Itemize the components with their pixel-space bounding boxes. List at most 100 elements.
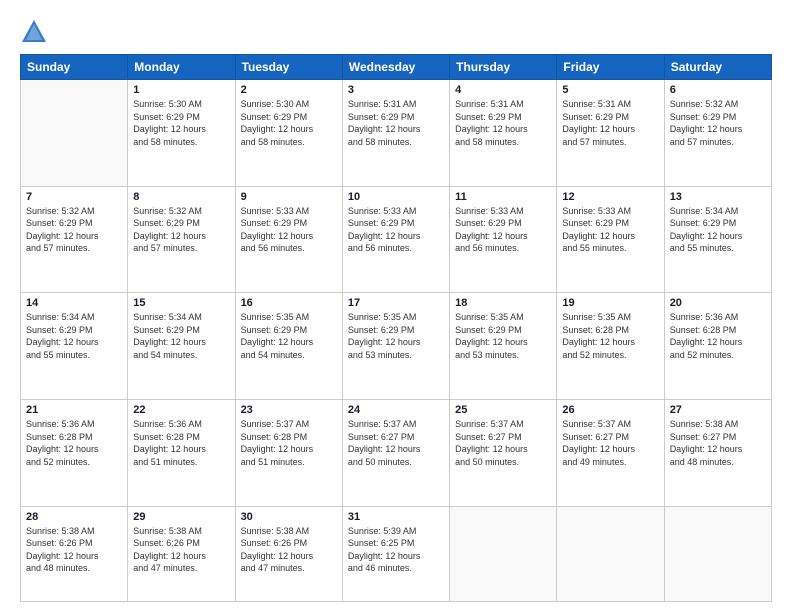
calendar-week-row: 14 Sunrise: 5:34 AM Sunset: 6:29 PM Dayli…	[21, 293, 772, 400]
calendar-cell: 11Sunrise: 5:33 AM Sunset: 6:29 PM Dayli…	[450, 186, 557, 293]
day-number: 16	[241, 297, 337, 309]
calendar-cell: 1 Sunrise: 5:30 AM Sunset: 6:29 PM Daylig…	[128, 80, 235, 187]
calendar-week-row: 1 Sunrise: 5:30 AM Sunset: 6:29 PM Daylig…	[21, 80, 772, 187]
calendar-cell: 18 Sunrise: 5:35 AM Sunset: 6:29 PM Dayli…	[450, 293, 557, 400]
day-number: 14	[26, 297, 122, 309]
calendar-cell: 17Sunrise: 5:35 AM Sunset: 6:29 PM Dayli…	[342, 293, 449, 400]
day-number: 2	[241, 84, 337, 96]
calendar-cell	[450, 506, 557, 601]
calendar-week-row: 7 Sunrise: 5:32 AM Sunset: 6:29 PM Daylig…	[21, 186, 772, 293]
calendar-cell: 4Sunrise: 5:31 AM Sunset: 6:29 PM Daylig…	[450, 80, 557, 187]
calendar-cell	[557, 506, 664, 601]
day-number: 5	[562, 84, 658, 96]
day-info: Sunrise: 5:37 AM Sunset: 6:27 PM Dayligh…	[455, 418, 551, 468]
day-number: 23	[241, 404, 337, 416]
day-info: Sunrise: 5:38 AM Sunset: 6:27 PM Dayligh…	[670, 418, 766, 468]
day-number: 12	[562, 191, 658, 203]
day-info: Sunrise: 5:38 AM Sunset: 6:26 PM Dayligh…	[26, 525, 122, 575]
calendar-cell: 27 Sunrise: 5:38 AM Sunset: 6:27 PM Dayli…	[664, 399, 771, 506]
day-info: Sunrise: 5:33 AM Sunset: 6:29 PM Dayligh…	[241, 205, 337, 255]
day-info: Sunrise: 5:37 AM Sunset: 6:28 PM Dayligh…	[241, 418, 337, 468]
day-number: 7	[26, 191, 122, 203]
day-info: Sunrise: 5:36 AM Sunset: 6:28 PM Dayligh…	[670, 311, 766, 361]
calendar-day-header: Tuesday	[235, 55, 342, 80]
day-number: 24	[348, 404, 444, 416]
calendar-cell	[664, 506, 771, 601]
day-number: 28	[26, 511, 122, 523]
day-info: Sunrise: 5:34 AM Sunset: 6:29 PM Dayligh…	[133, 311, 229, 361]
day-info: Sunrise: 5:32 AM Sunset: 6:29 PM Dayligh…	[133, 205, 229, 255]
day-number: 21	[26, 404, 122, 416]
day-info: Sunrise: 5:37 AM Sunset: 6:27 PM Dayligh…	[562, 418, 658, 468]
calendar-cell: 8Sunrise: 5:32 AM Sunset: 6:29 PM Daylig…	[128, 186, 235, 293]
day-number: 1	[133, 84, 229, 96]
day-number: 20	[670, 297, 766, 309]
day-info: Sunrise: 5:35 AM Sunset: 6:28 PM Dayligh…	[562, 311, 658, 361]
day-number: 25	[455, 404, 551, 416]
calendar-cell: 15 Sunrise: 5:34 AM Sunset: 6:29 PM Dayli…	[128, 293, 235, 400]
day-number: 19	[562, 297, 658, 309]
calendar-week-row: 21 Sunrise: 5:36 AM Sunset: 6:28 PM Dayli…	[21, 399, 772, 506]
calendar-cell: 13Sunrise: 5:34 AM Sunset: 6:29 PM Dayli…	[664, 186, 771, 293]
calendar-cell: 24 Sunrise: 5:37 AM Sunset: 6:27 PM Dayli…	[342, 399, 449, 506]
day-info: Sunrise: 5:39 AM Sunset: 6:25 PM Dayligh…	[348, 525, 444, 575]
calendar-cell: 5 Sunrise: 5:31 AM Sunset: 6:29 PM Daylig…	[557, 80, 664, 187]
calendar-header-row: SundayMondayTuesdayWednesdayThursdayFrid…	[21, 55, 772, 80]
day-number: 6	[670, 84, 766, 96]
day-info: Sunrise: 5:36 AM Sunset: 6:28 PM Dayligh…	[26, 418, 122, 468]
calendar-cell: 29 Sunrise: 5:38 AM Sunset: 6:26 PM Dayli…	[128, 506, 235, 601]
calendar-cell: 21 Sunrise: 5:36 AM Sunset: 6:28 PM Dayli…	[21, 399, 128, 506]
logo	[20, 18, 52, 46]
calendar-cell: 7 Sunrise: 5:32 AM Sunset: 6:29 PM Daylig…	[21, 186, 128, 293]
calendar-cell: 19 Sunrise: 5:35 AM Sunset: 6:28 PM Dayli…	[557, 293, 664, 400]
calendar-cell: 12 Sunrise: 5:33 AM Sunset: 6:29 PM Dayli…	[557, 186, 664, 293]
day-info: Sunrise: 5:33 AM Sunset: 6:29 PM Dayligh…	[562, 205, 658, 255]
calendar-day-header: Wednesday	[342, 55, 449, 80]
calendar-day-header: Sunday	[21, 55, 128, 80]
day-info: Sunrise: 5:37 AM Sunset: 6:27 PM Dayligh…	[348, 418, 444, 468]
day-number: 18	[455, 297, 551, 309]
day-number: 3	[348, 84, 444, 96]
calendar-cell: 20 Sunrise: 5:36 AM Sunset: 6:28 PM Dayli…	[664, 293, 771, 400]
day-info: Sunrise: 5:31 AM Sunset: 6:29 PM Dayligh…	[348, 98, 444, 148]
day-number: 15	[133, 297, 229, 309]
day-info: Sunrise: 5:32 AM Sunset: 6:29 PM Dayligh…	[670, 98, 766, 148]
calendar-cell: 3 Sunrise: 5:31 AM Sunset: 6:29 PM Daylig…	[342, 80, 449, 187]
calendar-cell: 31Sunrise: 5:39 AM Sunset: 6:25 PM Dayli…	[342, 506, 449, 601]
day-info: Sunrise: 5:35 AM Sunset: 6:29 PM Dayligh…	[241, 311, 337, 361]
calendar-cell: 9 Sunrise: 5:33 AM Sunset: 6:29 PM Daylig…	[235, 186, 342, 293]
calendar-cell: 2 Sunrise: 5:30 AM Sunset: 6:29 PM Daylig…	[235, 80, 342, 187]
calendar-cell: 28 Sunrise: 5:38 AM Sunset: 6:26 PM Dayli…	[21, 506, 128, 601]
day-info: Sunrise: 5:35 AM Sunset: 6:29 PM Dayligh…	[348, 311, 444, 361]
calendar-cell: 10 Sunrise: 5:33 AM Sunset: 6:29 PM Dayli…	[342, 186, 449, 293]
calendar-cell: 25 Sunrise: 5:37 AM Sunset: 6:27 PM Dayli…	[450, 399, 557, 506]
day-info: Sunrise: 5:35 AM Sunset: 6:29 PM Dayligh…	[455, 311, 551, 361]
calendar-cell: 22Sunrise: 5:36 AM Sunset: 6:28 PM Dayli…	[128, 399, 235, 506]
day-info: Sunrise: 5:30 AM Sunset: 6:29 PM Dayligh…	[133, 98, 229, 148]
day-info: Sunrise: 5:36 AM Sunset: 6:28 PM Dayligh…	[133, 418, 229, 468]
logo-icon	[20, 18, 48, 46]
day-info: Sunrise: 5:34 AM Sunset: 6:29 PM Dayligh…	[26, 311, 122, 361]
page: SundayMondayTuesdayWednesdayThursdayFrid…	[0, 0, 792, 612]
calendar-cell: 26 Sunrise: 5:37 AM Sunset: 6:27 PM Dayli…	[557, 399, 664, 506]
day-info: Sunrise: 5:31 AM Sunset: 6:29 PM Dayligh…	[455, 98, 551, 148]
day-number: 10	[348, 191, 444, 203]
day-info: Sunrise: 5:31 AM Sunset: 6:29 PM Dayligh…	[562, 98, 658, 148]
day-number: 11	[455, 191, 551, 203]
day-number: 26	[562, 404, 658, 416]
day-number: 9	[241, 191, 337, 203]
day-number: 29	[133, 511, 229, 523]
day-info: Sunrise: 5:30 AM Sunset: 6:29 PM Dayligh…	[241, 98, 337, 148]
calendar-cell: 16 Sunrise: 5:35 AM Sunset: 6:29 PM Dayli…	[235, 293, 342, 400]
calendar-cell: 6 Sunrise: 5:32 AM Sunset: 6:29 PM Daylig…	[664, 80, 771, 187]
day-info: Sunrise: 5:32 AM Sunset: 6:29 PM Dayligh…	[26, 205, 122, 255]
calendar-day-header: Thursday	[450, 55, 557, 80]
calendar-day-header: Monday	[128, 55, 235, 80]
calendar-day-header: Friday	[557, 55, 664, 80]
day-info: Sunrise: 5:38 AM Sunset: 6:26 PM Dayligh…	[133, 525, 229, 575]
day-info: Sunrise: 5:33 AM Sunset: 6:29 PM Dayligh…	[348, 205, 444, 255]
calendar-cell: 30Sunrise: 5:38 AM Sunset: 6:26 PM Dayli…	[235, 506, 342, 601]
calendar-cell	[21, 80, 128, 187]
day-number: 27	[670, 404, 766, 416]
calendar-week-row: 28 Sunrise: 5:38 AM Sunset: 6:26 PM Dayli…	[21, 506, 772, 601]
